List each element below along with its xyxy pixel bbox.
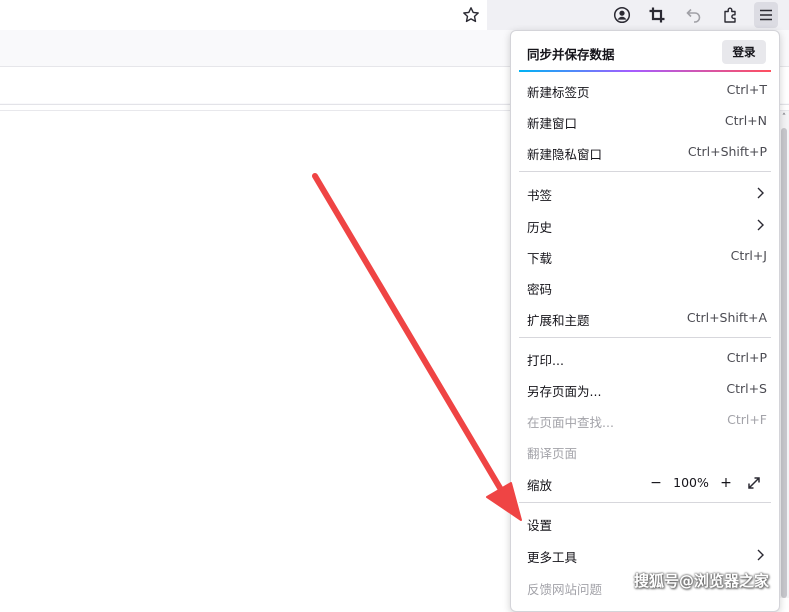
menu-item-new-tab[interactable]: 新建标签页 Ctrl+T (511, 75, 779, 105)
chevron-right-icon (757, 219, 764, 231)
menu-item-label: 打印... (527, 353, 564, 368)
menu-item-shortcut: Ctrl+S (726, 381, 767, 396)
menu-separator (519, 337, 771, 338)
menu-item-label: 翻译页面 (527, 446, 578, 461)
extensions-icon[interactable] (720, 4, 742, 26)
menu-item-label: 更多工具 (527, 550, 578, 565)
menu-item-label: 反馈网站问题 (527, 582, 603, 597)
menu-item-history[interactable]: 历史 (511, 210, 779, 240)
undo-icon[interactable] (683, 4, 705, 26)
menu-item-shortcut: Ctrl+N (724, 113, 767, 128)
menu-item-label: 在页面中查找... (527, 415, 614, 430)
menu-separator (519, 171, 771, 172)
menu-item-shortcut: Ctrl+F (727, 412, 767, 427)
menu-item-passwords[interactable]: 密码 (511, 272, 779, 302)
menu-item-label: 扩展和主题 (527, 313, 590, 328)
menu-item-bookmarks[interactable]: 书签 (511, 178, 779, 208)
zoom-controls: − 100% + (647, 472, 773, 494)
scroll-up-arrow-icon[interactable]: ˄ (779, 113, 789, 123)
sync-title: 同步并保存数据 (527, 47, 615, 62)
menu-item-shortcut: Ctrl+P (726, 350, 767, 365)
sync-row[interactable]: 同步并保存数据 登录 (511, 31, 779, 71)
menu-item-label: 设置 (527, 518, 553, 533)
watermark-text: 搜狐号@浏览器之家 (634, 572, 770, 590)
menu-item-shortcut: Ctrl+J (730, 248, 767, 263)
menu-item-settings[interactable]: 设置 (511, 508, 779, 538)
menu-item-translate-page: 翻译页面 (511, 436, 779, 466)
chevron-right-icon (757, 549, 764, 561)
menu-item-shortcut: Ctrl+T (726, 82, 767, 97)
menu-item-shortcut: Ctrl+Shift+A (686, 310, 767, 325)
menu-item-label: 书签 (527, 188, 553, 203)
login-button[interactable]: 登录 (722, 40, 766, 64)
scrollbar-thumb[interactable] (781, 128, 787, 598)
navigation-toolbar (0, 0, 789, 31)
menu-item-zoom: 缩放 − 100% + (511, 468, 779, 498)
arrow-shaft (312, 173, 503, 491)
menu-item-downloads[interactable]: 下载 Ctrl+J (511, 241, 779, 271)
menu-item-label: 密码 (527, 282, 553, 297)
menu-item-label: 新建标签页 (527, 85, 590, 100)
app-menu-panel: 同步并保存数据 登录 新建标签页 Ctrl+T 新建窗口 Ctrl+N 新建隐私… (510, 30, 780, 612)
menu-item-label: 历史 (527, 220, 553, 235)
bookmark-star-icon[interactable] (460, 4, 482, 26)
menu-item-print[interactable]: 打印... Ctrl+P (511, 343, 779, 373)
menu-item-new-window[interactable]: 新建窗口 Ctrl+N (511, 106, 779, 136)
screenshot-icon[interactable] (646, 4, 668, 26)
menu-item-new-private-window[interactable]: 新建隐私窗口 Ctrl+Shift+P (511, 137, 779, 167)
menu-separator (519, 502, 771, 503)
url-bar[interactable] (0, 0, 487, 31)
menu-item-label: 新建隐私窗口 (527, 147, 603, 162)
menu-item-shortcut: Ctrl+Shift+P (687, 144, 767, 159)
menu-item-save-page-as[interactable]: 另存页面为... Ctrl+S (511, 374, 779, 404)
zoom-in-button[interactable]: + (717, 474, 735, 492)
menu-item-label: 另存页面为... (527, 384, 602, 399)
chevron-right-icon (757, 187, 764, 199)
account-icon[interactable] (611, 4, 633, 26)
zoom-label: 缩放 (527, 478, 553, 493)
menu-item-label: 下载 (527, 251, 553, 266)
app-menu-icon[interactable] (754, 2, 778, 28)
sync-accent-line (519, 70, 771, 72)
menu-item-find-in-page: 在页面中查找... Ctrl+F (511, 405, 779, 435)
zoom-reset-button[interactable]: 100% (673, 475, 709, 490)
fullscreen-icon[interactable] (745, 474, 763, 492)
zoom-out-button[interactable]: − (647, 474, 665, 492)
menu-item-addons-themes[interactable]: 扩展和主题 Ctrl+Shift+A (511, 303, 779, 333)
menu-item-label: 新建窗口 (527, 116, 578, 131)
menu-item-more-tools[interactable]: 更多工具 (511, 540, 779, 570)
